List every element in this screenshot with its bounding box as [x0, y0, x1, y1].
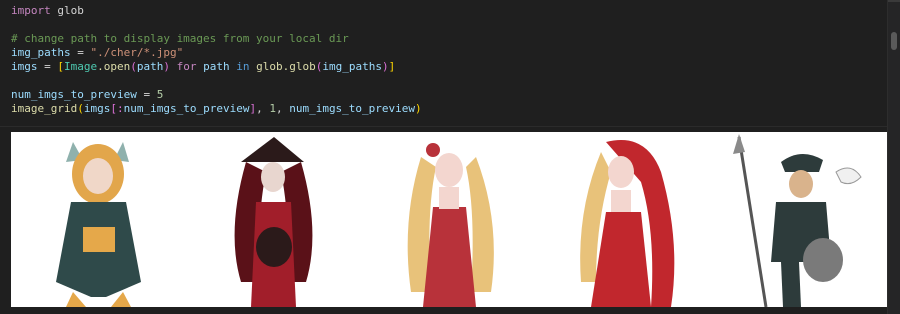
op-assign: = [37, 60, 58, 73]
cell-output [11, 132, 888, 307]
slice: [: [110, 102, 124, 115]
op-assign: = [136, 88, 157, 101]
var-num: num_imgs_to_preview [11, 88, 137, 101]
bracket: ] [388, 60, 396, 73]
var-imgs: imgs [11, 60, 38, 73]
comma: , [275, 102, 290, 115]
comma: , [256, 102, 270, 115]
character-4-image [536, 132, 711, 307]
paren: ) [381, 60, 389, 73]
character-5-image [711, 132, 886, 307]
keyword-import: import [11, 4, 51, 17]
paren: ) [163, 60, 170, 73]
character-3-image [361, 132, 536, 307]
paren: ) [415, 102, 422, 115]
paren: ( [77, 102, 84, 115]
code-line-import: import glob [11, 4, 84, 18]
op-assign: = [70, 46, 91, 59]
var-img-paths: img_paths [11, 46, 71, 59]
number-1: 1 [269, 102, 276, 115]
module-glob: glob [57, 4, 84, 17]
class-image: Image [64, 60, 98, 73]
fn-image-grid: image_grid [11, 102, 78, 115]
bracket: [ [57, 60, 64, 73]
comment: # change path to display images from you… [11, 32, 349, 45]
var-img-paths: img_paths [322, 60, 382, 73]
var-path: path [136, 60, 164, 73]
character-2-image [186, 132, 361, 307]
paren: ( [130, 60, 137, 73]
scrollbar-thumb[interactable] [891, 32, 897, 50]
notebook-cell[interactable]: import glob # change path to display ima… [0, 0, 888, 314]
keyword-in: in [229, 60, 257, 73]
scrollbar-top-marker [888, 0, 900, 2]
var-imgs: imgs [83, 102, 111, 115]
code-line-comment: # change path to display images from you… [11, 32, 349, 46]
fn-glob: glob.glob [256, 60, 316, 73]
var-path: path [203, 60, 230, 73]
code-line-num: num_imgs_to_preview = 5 [11, 88, 163, 102]
code-line-grid: image_grid(imgs[:num_imgs_to_preview], 1… [11, 102, 422, 116]
keyword-for: for [170, 60, 204, 73]
var-num: num_imgs_to_preview [289, 102, 416, 115]
number-5: 5 [156, 88, 164, 101]
vertical-scrollbar[interactable] [887, 0, 900, 314]
var-num: num_imgs_to_preview [123, 102, 250, 115]
character-1-image [11, 132, 186, 307]
string-path: "./cher/*.jpg" [90, 46, 184, 59]
fn-open: .open [97, 60, 131, 73]
code-line-imgs: imgs = [Image.open(path) for path in glo… [11, 60, 395, 74]
code-line-img-paths: img_paths = "./cher/*.jpg" [11, 46, 183, 60]
code-editor[interactable]: import glob # change path to display ima… [0, 0, 888, 127]
